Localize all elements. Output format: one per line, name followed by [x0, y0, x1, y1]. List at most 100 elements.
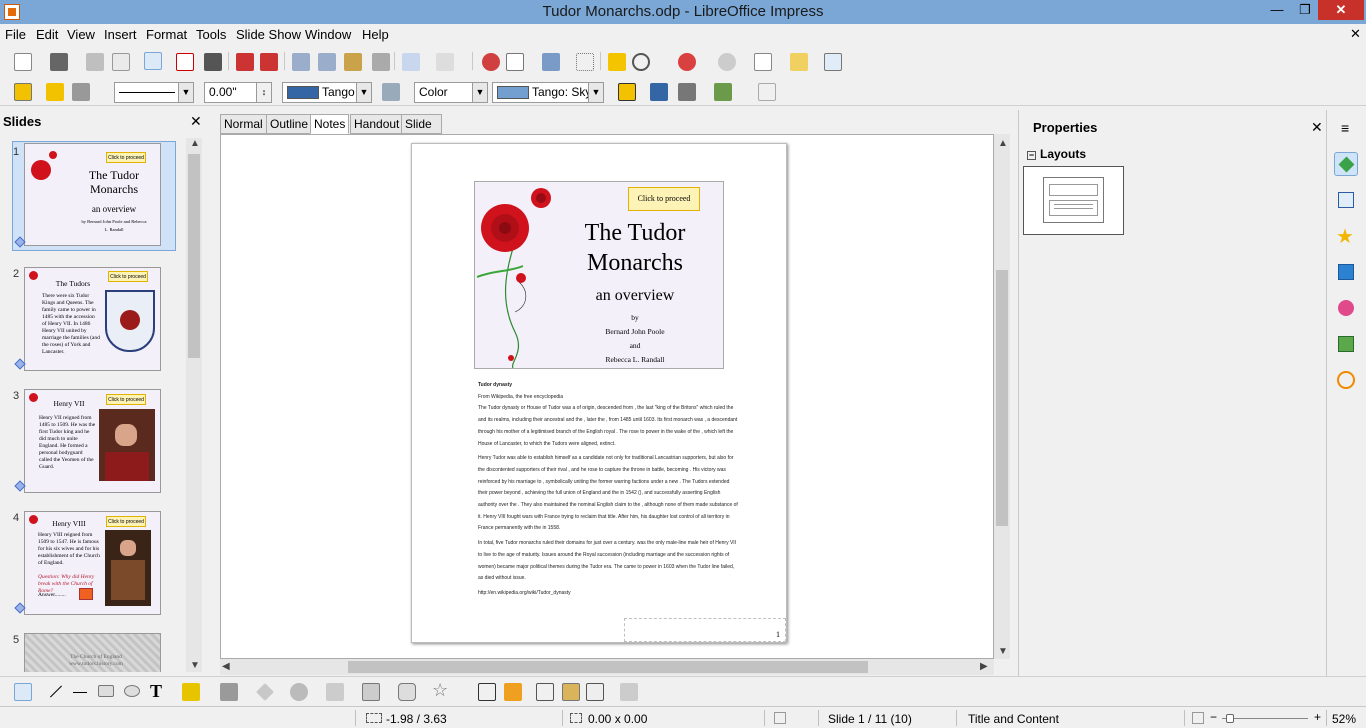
connectors-icon[interactable] [220, 683, 238, 701]
scroll-up-arrow[interactable]: ▲ [998, 138, 1008, 149]
tab-handout[interactable]: Handout [350, 114, 404, 134]
line-color-select[interactable]: Tango ▼ [282, 82, 372, 103]
close-document-icon[interactable]: ✕ [1350, 26, 1361, 42]
close-slides-pane-icon[interactable]: ✕ [190, 113, 202, 130]
settings-icon[interactable] [718, 53, 736, 71]
menu-insert[interactable]: Insert [104, 27, 137, 42]
notes-page[interactable]: Click to proceed The Tudor Monarchs an o… [411, 143, 787, 643]
slides-scrollbar[interactable]: ▲ ▼ [186, 138, 202, 672]
scrollbar-thumb[interactable] [348, 661, 868, 673]
custom-animation-icon[interactable]: ★ [1334, 224, 1358, 248]
notes-slide-preview[interactable]: Click to proceed The Tudor Monarchs an o… [474, 181, 724, 369]
3d-objects-icon[interactable] [620, 683, 638, 701]
zoom-slider-handle[interactable] [1226, 714, 1234, 723]
fit-slide-icon[interactable] [1192, 712, 1204, 724]
zoom-slider[interactable] [1222, 718, 1308, 719]
notes-canvas[interactable]: Click to proceed The Tudor Monarchs an o… [220, 134, 994, 659]
main-horizontal-scrollbar[interactable]: ◀ ▶ [220, 659, 994, 675]
zoom-level[interactable]: 52% [1332, 712, 1356, 726]
slide-transition-icon[interactable] [1334, 260, 1358, 284]
curves-icon[interactable] [182, 683, 200, 701]
minimize-button[interactable]: — [1262, 0, 1292, 20]
tab-notes[interactable]: Notes [310, 114, 350, 134]
toggle-extrusion-icon[interactable] [536, 683, 554, 701]
stars-icon[interactable]: ☆ [432, 680, 450, 700]
click-to-proceed-button[interactable]: Click to proceed [108, 271, 148, 282]
callouts-icon[interactable] [398, 683, 416, 701]
copy-icon[interactable] [318, 53, 336, 71]
rectangle-icon[interactable] [98, 685, 114, 697]
line-icon[interactable] [46, 683, 64, 701]
properties-deck-icon[interactable] [1334, 152, 1358, 176]
click-to-proceed-button[interactable]: Click to proceed [106, 394, 146, 405]
zoom-out-button[interactable]: − [1210, 710, 1217, 724]
notes-text[interactable]: Tudor dynasty From Wikipedia, the free e… [478, 380, 738, 600]
menu-window[interactable]: Window [305, 27, 351, 42]
scroll-right-arrow[interactable]: ▶ [980, 661, 988, 672]
undo-icon[interactable] [402, 53, 420, 71]
grid-icon[interactable] [576, 53, 594, 71]
zoom-icon[interactable] [632, 53, 650, 71]
slide-preview[interactable]: Click to proceed Henry VII Henry VII rei… [24, 389, 161, 493]
styles-icon[interactable] [1334, 296, 1358, 320]
shadow-icon[interactable] [618, 83, 636, 101]
text-box-icon[interactable]: T [150, 681, 168, 701]
slide-preview[interactable]: Click to proceed Henry VIII Henry VIII r… [24, 511, 161, 615]
slide-preview[interactable]: The Church of England www.tudors.history… [24, 633, 161, 672]
scroll-down-arrow[interactable]: ▼ [190, 660, 200, 671]
area-icon[interactable] [14, 83, 32, 101]
basic-shapes-icon[interactable] [256, 683, 274, 701]
main-vertical-scrollbar[interactable]: ▲ ▼ [994, 134, 1010, 659]
slide-layout-icon[interactable] [754, 53, 772, 71]
close-properties-icon[interactable]: ✕ [1311, 119, 1323, 136]
scroll-up-arrow[interactable]: ▲ [190, 138, 200, 149]
document-modified-icon[interactable] [774, 712, 786, 724]
click-to-proceed-button[interactable]: Click to proceed [106, 516, 146, 527]
save-icon[interactable] [86, 53, 104, 71]
tab-outline[interactable]: Outline [266, 114, 313, 134]
print-icon[interactable] [204, 53, 222, 71]
area-style-icon[interactable] [382, 83, 400, 101]
paste-icon[interactable] [344, 53, 362, 71]
sidebar-menu-icon[interactable]: ≡ [1341, 120, 1349, 136]
navigator-icon[interactable] [790, 53, 808, 71]
menu-edit[interactable]: Edit [36, 27, 58, 42]
image-icon[interactable] [542, 53, 560, 71]
menu-file[interactable]: File [5, 27, 26, 42]
menu-slide-show[interactable]: Slide Show [236, 27, 301, 42]
navigator-icon[interactable] [1334, 368, 1358, 392]
cut-icon[interactable] [292, 53, 310, 71]
line-arrow-icon[interactable] [72, 683, 90, 701]
clone-formatting-icon[interactable] [372, 53, 390, 71]
insert-image-icon[interactable] [562, 683, 580, 701]
slideshow-icon[interactable] [824, 53, 842, 71]
area-color-select[interactable]: Tango: Sky ▼ [492, 82, 604, 103]
flowchart-icon[interactable] [362, 683, 380, 701]
help-icon[interactable] [678, 53, 696, 71]
scroll-down-arrow[interactable]: ▼ [998, 646, 1008, 657]
menu-view[interactable]: View [67, 27, 95, 42]
points-edit-icon[interactable] [478, 683, 496, 701]
click-to-proceed-button[interactable]: Click to proceed [628, 187, 700, 211]
points-icon[interactable] [758, 83, 776, 101]
slide-preview[interactable]: Click to proceed The Tudor Monarchs an o… [24, 143, 161, 246]
zoom-in-button[interactable]: + [1314, 710, 1321, 724]
new-document-icon[interactable] [14, 53, 32, 71]
arrange-icon[interactable] [714, 83, 732, 101]
block-arrows-icon[interactable] [326, 683, 344, 701]
scrollbar-thumb[interactable] [188, 154, 200, 358]
edit-mode-icon[interactable] [144, 52, 162, 70]
layout-title-content[interactable] [1023, 166, 1124, 235]
maximize-button[interactable]: ❐ [1290, 0, 1320, 20]
menu-help[interactable]: Help [362, 27, 389, 42]
next-arrow-button[interactable] [79, 588, 93, 600]
chart-icon[interactable] [482, 53, 500, 71]
master-slides-icon[interactable] [1334, 188, 1358, 212]
open-icon[interactable] [50, 53, 68, 71]
menu-format[interactable]: Format [146, 27, 187, 42]
line-style-icon[interactable] [72, 83, 90, 101]
collapse-toggle-icon[interactable]: − [1027, 151, 1036, 160]
tab-normal[interactable]: Normal [220, 114, 267, 134]
layouts-section-header[interactable]: − Layouts [1027, 147, 1086, 161]
fontwork-icon[interactable] [608, 53, 626, 71]
